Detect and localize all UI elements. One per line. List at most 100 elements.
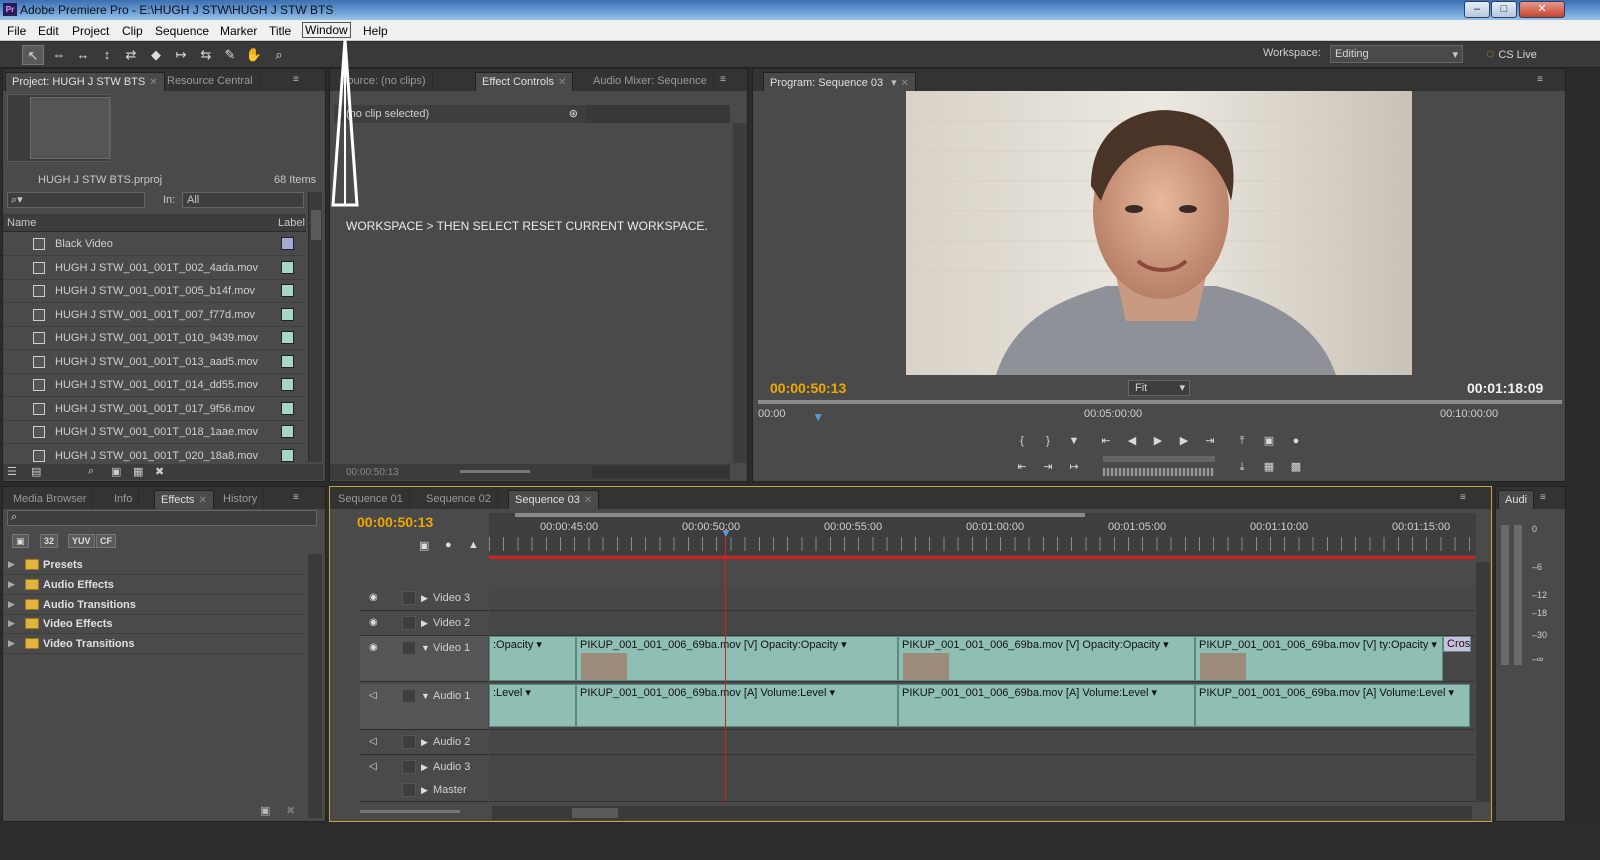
add-marker-icon[interactable]: ▼ (1063, 432, 1085, 450)
audio-clip[interactable]: PIKUP_001_001_006_69ba.mov [A] Volume:Le… (1195, 684, 1470, 727)
project-scrollbar[interactable] (308, 192, 322, 462)
tab-sequence-03[interactable]: Sequence 03 ✕ (508, 490, 600, 509)
go-to-in-icon[interactable]: ⇤ (1095, 432, 1117, 450)
lock-icon[interactable] (402, 616, 416, 630)
panel-menu-icon[interactable]: ≡ (1540, 492, 1546, 503)
delete-icon[interactable]: ✖ (286, 804, 295, 817)
close-icon[interactable]: ✕ (558, 77, 566, 88)
playhead-marker-icon[interactable]: ▼ (812, 410, 824, 424)
zoom-slider[interactable] (460, 470, 530, 473)
tab-effects[interactable]: Effects ✕ (154, 490, 214, 509)
speaker-icon[interactable]: ◁ (369, 690, 377, 701)
export-frame-icon[interactable]: ▩ (1285, 458, 1307, 476)
cs-live-button[interactable]: ◌ CS Live (1486, 45, 1537, 61)
program-current-time[interactable]: 00:00:50:13 (770, 380, 846, 396)
lock-icon[interactable] (402, 760, 416, 774)
effect-controls-scrollbar[interactable] (733, 123, 747, 463)
close-button[interactable]: ✕ (1519, 1, 1565, 18)
audio-clip[interactable]: PIKUP_001_001_006_69ba.mov [A] Volume:Le… (576, 684, 898, 727)
list-item[interactable]: HUGH J STW_001_001T_018_1aae.mov (3, 421, 306, 444)
lock-icon[interactable] (402, 689, 416, 703)
workspace-dropdown[interactable]: Editing ▾ (1330, 45, 1463, 63)
find-icon[interactable]: ⌕ (88, 465, 94, 478)
panel-menu-icon[interactable]: ≡ (720, 74, 726, 85)
list-item[interactable]: ▶ Video Transitions (3, 634, 306, 654)
play-in-to-out-icon[interactable]: ↦ (1063, 458, 1085, 476)
chevron-down-icon[interactable]: ▾ (891, 77, 897, 89)
lock-icon[interactable] (402, 641, 416, 655)
maximize-button[interactable]: □ (1491, 1, 1517, 18)
tab-media-browser[interactable]: Media Browser (7, 490, 94, 509)
column-label[interactable]: Label (278, 217, 305, 229)
list-item[interactable]: HUGH J STW_001_001T_007_f77d.mov (3, 304, 306, 327)
video-clip[interactable]: PIKUP_001_001_006_69ba.mov [V] Opacity:O… (576, 636, 898, 681)
video-clip[interactable]: PIKUP_001_001_006_69ba.mov [V] Opacity:O… (898, 636, 1195, 681)
ripple-edit-tool-icon[interactable]: ↔ (72, 45, 94, 65)
track-lane-audio-1[interactable]: :Level ▾ PIKUP_001_001_006_69ba.mov [A] … (489, 684, 1475, 730)
track-lane-video-2[interactable] (489, 611, 1475, 636)
fit-dropdown[interactable]: Fit ▾ (1128, 380, 1190, 396)
play-icon[interactable]: ▶ (1147, 432, 1169, 450)
timeline-time-ruler[interactable]: 00:00:45:00 00:00:50:00 00:00:55:00 00:0… (489, 513, 1476, 555)
toggle-timeline-icon[interactable]: ⊛ (569, 107, 578, 120)
horizontal-scrollbar[interactable] (592, 466, 730, 478)
expand-arrow-icon[interactable]: ▶ (8, 638, 15, 649)
menu-edit[interactable]: Edit (38, 24, 59, 38)
list-view-icon[interactable]: ☰ (7, 465, 17, 478)
scroll-thumb[interactable] (572, 808, 618, 818)
list-item[interactable]: HUGH J STW_001_001T_002_4ada.mov (3, 257, 306, 280)
collapse-arrow-icon[interactable]: ▼ (421, 691, 430, 701)
expand-arrow-icon[interactable]: ▶ (8, 559, 15, 570)
timeline-current-time[interactable]: 00:00:50:13 (357, 514, 433, 530)
menu-window[interactable]: Window (302, 22, 351, 38)
slip-tool-icon[interactable]: ↦ (170, 45, 192, 65)
yuv-effects-badge[interactable]: YUV (68, 534, 95, 548)
set-marker-icon[interactable]: ▲ (468, 539, 479, 551)
speaker-icon[interactable]: ◁ (369, 761, 377, 772)
video-clip[interactable]: :Opacity ▾ (489, 636, 576, 681)
output-icon[interactable]: ● (1285, 432, 1307, 450)
expand-arrow-icon[interactable]: ▶ (421, 785, 428, 796)
in-filter-dropdown[interactable]: All (182, 192, 304, 208)
timeline-zoom-slider[interactable] (360, 810, 460, 813)
cf-effects-badge[interactable]: CF (96, 534, 116, 548)
tab-audio-meters[interactable]: Audi (1498, 490, 1535, 509)
new-bin-icon[interactable]: ▣ (111, 465, 121, 478)
razor-tool-icon[interactable]: ◆ (145, 45, 167, 65)
eye-icon[interactable]: ◉ (369, 592, 378, 603)
mark-out-icon[interactable]: } (1037, 432, 1059, 450)
rate-stretch-tool-icon[interactable]: ⇄ (120, 45, 142, 65)
menu-help[interactable]: Help (363, 24, 388, 38)
go-to-next-edit-icon[interactable]: ⇥ (1037, 458, 1059, 476)
lift-icon[interactable]: ⤒ (1231, 432, 1253, 450)
list-item[interactable]: HUGH J STW_001_001T_017_9f56.mov (3, 398, 306, 421)
32-bit-effects-badge[interactable]: 32 (40, 534, 59, 548)
mark-in-icon[interactable]: { (1011, 432, 1033, 450)
snap-icon[interactable]: ▣ (419, 539, 429, 552)
new-custom-bin-icon[interactable]: ▣ (260, 804, 270, 817)
tab-sequence-01[interactable]: Sequence 01 (332, 490, 410, 509)
tab-audio-mixer[interactable]: Audio Mixer: Sequence (587, 72, 714, 91)
list-item[interactable]: ▶ Audio Transitions (3, 595, 306, 615)
slide-tool-icon[interactable]: ⇆ (195, 45, 217, 65)
expand-arrow-icon[interactable]: ▶ (421, 762, 428, 773)
minimize-button[interactable]: – (1464, 1, 1490, 18)
delete-icon[interactable]: ✖ (155, 465, 164, 478)
expand-arrow-icon[interactable]: ▶ (8, 579, 15, 590)
go-to-previous-edit-icon[interactable]: ⇤ (1011, 458, 1033, 476)
jog-disk[interactable] (1103, 468, 1215, 476)
menu-sequence[interactable]: Sequence (155, 24, 209, 38)
program-time-ruler[interactable]: 00:00 00:05:00:00 00:10:00:00 ▼ (758, 400, 1562, 428)
panel-menu-icon[interactable]: ≡ (293, 74, 299, 85)
track-lane-master[interactable] (489, 779, 1475, 802)
pen-tool-icon[interactable]: ✎ (219, 45, 241, 65)
close-icon[interactable]: ✕ (198, 495, 206, 506)
list-item[interactable]: HUGH J STW_001_001T_014_dd55.mov (3, 374, 306, 397)
tab-sequence-02[interactable]: Sequence 02 (420, 490, 498, 509)
step-back-icon[interactable]: ◀ (1121, 432, 1143, 450)
project-search-input[interactable]: ⌕▾ (7, 192, 145, 208)
list-item[interactable]: ▶ Video Effects (3, 614, 306, 634)
menu-clip[interactable]: Clip (122, 24, 143, 38)
list-item[interactable]: Black Video (3, 233, 306, 256)
timeline-playhead[interactable] (725, 528, 726, 802)
